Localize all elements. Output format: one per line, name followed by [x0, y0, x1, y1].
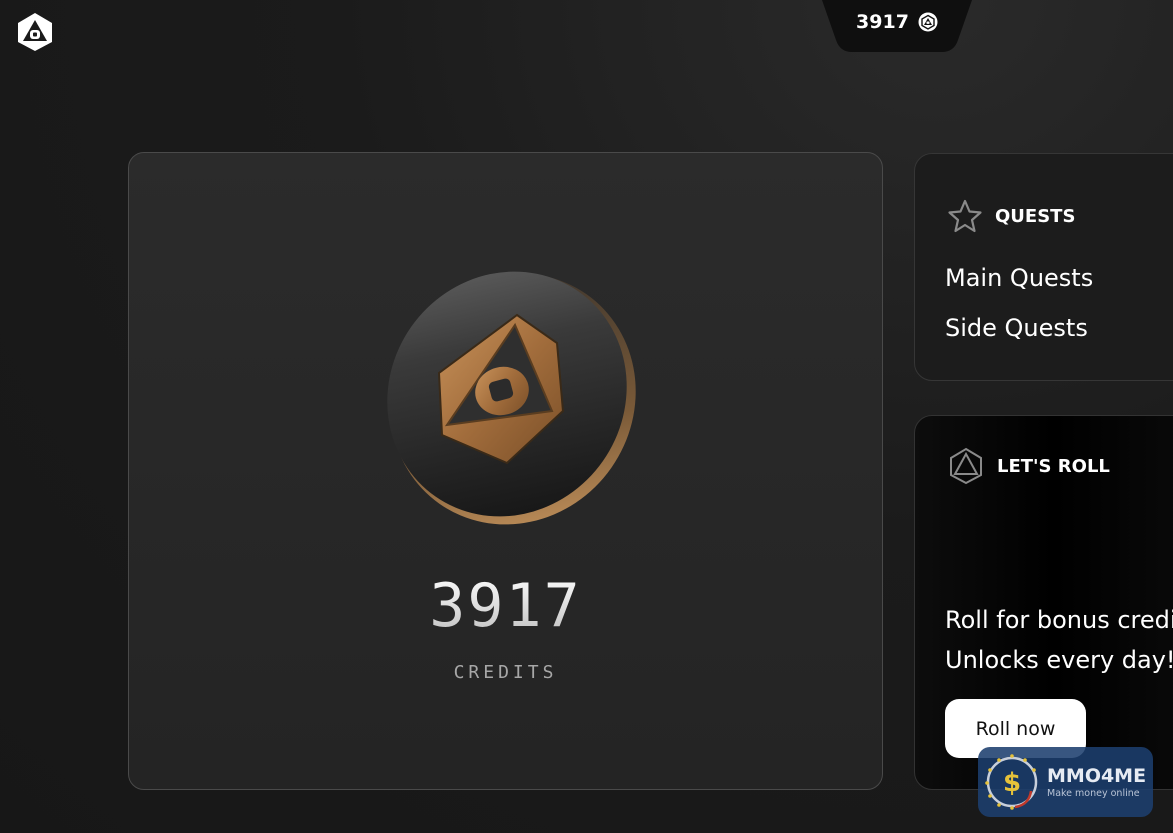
triangle-hexagon-icon [950, 447, 982, 485]
app-page: 3917 3917 CREDITS QUESTS Main Quests Sid… [0, 0, 1173, 833]
hexagon-logo-icon[interactable] [16, 12, 54, 52]
dollar-badge-icon: $ [985, 754, 1038, 810]
quests-title: QUESTS [995, 205, 1076, 227]
watermark-subtitle: Make money online [1047, 788, 1140, 799]
side-quests-link[interactable]: Side Quests [945, 314, 1088, 342]
mmo4me-watermark: $ MMO4ME Make money online [978, 747, 1153, 817]
quests-header: QUESTS [947, 198, 1075, 234]
main-quests-link[interactable]: Main Quests [945, 264, 1093, 292]
bronze-coin-icon [387, 271, 636, 525]
credits-label: CREDITS [453, 662, 558, 683]
svg-text:$: $ [1003, 768, 1021, 798]
credits-value: 3917 [129, 571, 882, 641]
watermark-title: MMO4ME [1047, 765, 1147, 787]
credits-card: 3917 CREDITS [128, 152, 883, 790]
roll-line-1: Roll for bonus credits! [945, 606, 1173, 634]
roll-description: Roll for bonus credits! Unlocks every da… [945, 600, 1173, 680]
star-icon [948, 199, 982, 233]
credit-coin-icon [918, 12, 938, 32]
quests-card: QUESTS Main Quests Side Quests [914, 153, 1173, 381]
header-credits-pill[interactable]: 3917 [822, 0, 972, 52]
roll-header: LET'S ROLL [947, 446, 1110, 486]
header-credits-value: 3917 [856, 11, 909, 33]
roll-card: LET'S ROLL Roll for bonus credits! Unloc… [914, 415, 1173, 790]
roll-line-2: Unlocks every day! [945, 646, 1173, 674]
roll-title: LET'S ROLL [997, 455, 1110, 477]
